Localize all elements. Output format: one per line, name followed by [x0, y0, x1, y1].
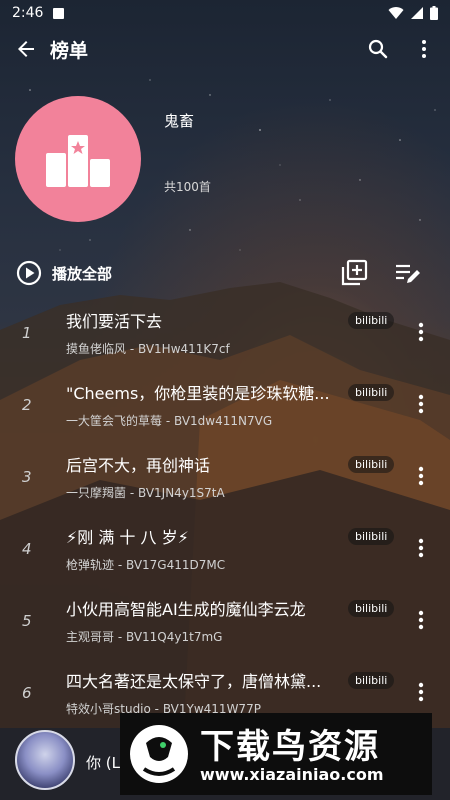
- signal-icon: [411, 7, 423, 19]
- play-all-button[interactable]: 播放全部: [52, 263, 112, 284]
- song-more-icon[interactable]: [410, 464, 432, 488]
- song-index: 4: [22, 540, 32, 558]
- song-title: 四大名著还是太保守了，唐僧林黛...: [66, 672, 322, 691]
- status-time: 2:46: [12, 5, 44, 21]
- source-badge: bilibili: [348, 312, 395, 329]
- song-subtitle: 主观哥哥 - BV11Q4y1t7mG: [66, 630, 223, 644]
- song-subtitle: 一只摩羯菌 - BV1JN4y1S7tA: [66, 486, 225, 500]
- source-badge: bilibili: [348, 456, 395, 473]
- song-index: 2: [22, 396, 32, 414]
- watermark-banner: 下载鸟资源 www.xiazainiao.com: [120, 713, 432, 795]
- song-more-icon[interactable]: [410, 320, 432, 344]
- song-row[interactable]: 5 小伙用高智能AI生成的魔仙李云龙 主观哥哥 - BV11Q4y1t7mG b…: [0, 588, 450, 660]
- song-index: 5: [22, 612, 32, 630]
- status-bar: 2:46: [0, 0, 450, 26]
- song-title: "Cheems，你枪里装的是珍珠软糖...: [66, 384, 330, 403]
- playlist-cover: [15, 96, 141, 222]
- play-all-row: 播放全部: [0, 255, 450, 291]
- edit-list-icon[interactable]: [394, 259, 422, 287]
- song-more-icon[interactable]: [410, 392, 432, 416]
- page-title: 榜单: [50, 40, 89, 62]
- watermark-title: 下载鸟资源: [200, 727, 380, 767]
- song-row[interactable]: 1 我们要活下去 摸鱼佬临风 - BV1Hw411K7cf bilibili: [0, 300, 450, 372]
- song-row[interactable]: 4 ⚡刚 满 十 八 岁⚡ 枪弹轨迹 - BV17G411D7MC bilibi…: [0, 516, 450, 588]
- song-more-icon[interactable]: [410, 536, 432, 560]
- song-index: 1: [22, 324, 32, 342]
- song-title: 我们要活下去: [66, 312, 163, 331]
- source-badge: bilibili: [348, 528, 395, 545]
- app-bar: 榜单: [0, 26, 450, 72]
- song-list: 1 我们要活下去 摸鱼佬临风 - BV1Hw411K7cf bilibili 2…: [0, 300, 450, 732]
- source-badge: bilibili: [348, 384, 395, 401]
- play-circle-icon[interactable]: [16, 260, 42, 286]
- back-arrow-icon[interactable]: [14, 37, 38, 61]
- source-badge: bilibili: [348, 672, 395, 689]
- battery-icon: [430, 6, 438, 20]
- watermark-logo: [130, 725, 188, 783]
- song-title: 后宫不大，再创神话: [66, 456, 211, 475]
- watermark-url: www.xiazainiao.com: [200, 765, 384, 784]
- song-more-icon[interactable]: [410, 608, 432, 632]
- song-row[interactable]: 3 后宫不大，再创神话 一只摩羯菌 - BV1JN4y1S7tA bilibil…: [0, 444, 450, 516]
- search-icon[interactable]: [366, 37, 390, 61]
- song-index: 3: [22, 468, 32, 486]
- song-row[interactable]: 2 "Cheems，你枪里装的是珍珠软糖... 一大筐会飞的草莓 - BV1dw…: [0, 372, 450, 444]
- playlist-name: 鬼畜: [164, 112, 195, 130]
- leaderboard-podium-icon: [46, 135, 110, 187]
- source-badge: bilibili: [348, 600, 395, 617]
- song-more-icon[interactable]: [410, 680, 432, 704]
- song-subtitle: 摸鱼佬临风 - BV1Hw411K7cf: [66, 342, 230, 356]
- now-playing-title[interactable]: 你 (L: [86, 752, 120, 773]
- wifi-icon: [388, 7, 404, 20]
- notification-icon: [53, 7, 65, 19]
- song-title: 小伙用高智能AI生成的魔仙李云龙: [66, 600, 306, 619]
- more-options-icon[interactable]: [412, 37, 436, 61]
- playlist-song-count: 共100首: [164, 180, 211, 194]
- song-subtitle: 一大筐会飞的草莓 - BV1dw411N7VG: [66, 414, 273, 428]
- song-subtitle: 枪弹轨迹 - BV17G411D7MC: [66, 558, 226, 572]
- song-index: 6: [22, 684, 32, 702]
- add-to-playlist-icon[interactable]: [340, 259, 368, 287]
- song-title: ⚡刚 满 十 八 岁⚡: [66, 528, 189, 547]
- now-playing-artwork[interactable]: [15, 730, 75, 790]
